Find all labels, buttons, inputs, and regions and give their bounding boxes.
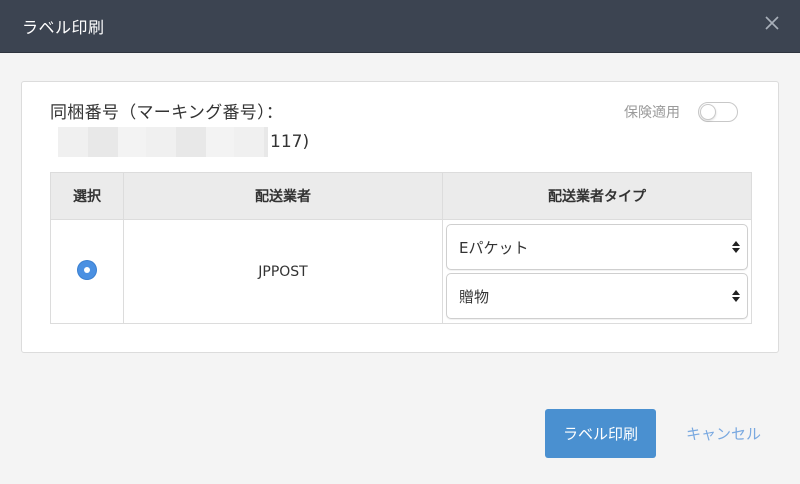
- column-header-select: 選択: [50, 172, 124, 220]
- package-number-value: 117): [58, 127, 309, 157]
- content-type-select[interactable]: 贈物: [446, 273, 748, 319]
- column-header-carrier: 配送業者: [123, 172, 443, 220]
- carrier-name-cell: JPPOST: [123, 219, 443, 324]
- table-row: JPPOST Eパケット 贈物: [50, 219, 752, 324]
- toggle-knob: [700, 104, 716, 120]
- carrier-type-select[interactable]: Eパケット: [446, 224, 748, 270]
- carrier-type-value: Eパケット: [459, 238, 529, 257]
- shipment-panel: 同梱番号（マーキング番号）： 117) 保険適用 選択 配送業者 配送業者タイプ…: [21, 81, 779, 353]
- print-label-button[interactable]: ラベル印刷: [545, 409, 656, 458]
- dialog-titlebar: ラベル印刷: [0, 0, 800, 53]
- insurance-setting: 保険適用: [624, 102, 738, 122]
- select-cell: [50, 219, 124, 324]
- carrier-type-cell: Eパケット 贈物: [442, 219, 752, 324]
- redacted-region: [58, 127, 268, 157]
- cancel-button[interactable]: キャンセル: [686, 423, 761, 444]
- close-icon[interactable]: [764, 15, 780, 31]
- dialog-title: ラベル印刷: [22, 18, 105, 37]
- select-arrows-icon: [731, 289, 741, 303]
- content-type-value: 贈物: [459, 287, 490, 306]
- package-number-label: 同梱番号（マーキング番号）：: [50, 103, 284, 123]
- package-number-suffix: 117): [270, 132, 310, 152]
- column-header-carrier-type: 配送業者タイプ: [442, 172, 752, 220]
- insurance-toggle[interactable]: [698, 102, 738, 122]
- select-arrows-icon: [731, 240, 741, 254]
- carrier-radio-selected[interactable]: [78, 260, 96, 279]
- carrier-table: 選択 配送業者 配送業者タイプ JPPOST Eパケット 贈物: [50, 172, 752, 324]
- insurance-label: 保険適用: [624, 105, 680, 121]
- table-header-row: 選択 配送業者 配送業者タイプ: [50, 172, 752, 220]
